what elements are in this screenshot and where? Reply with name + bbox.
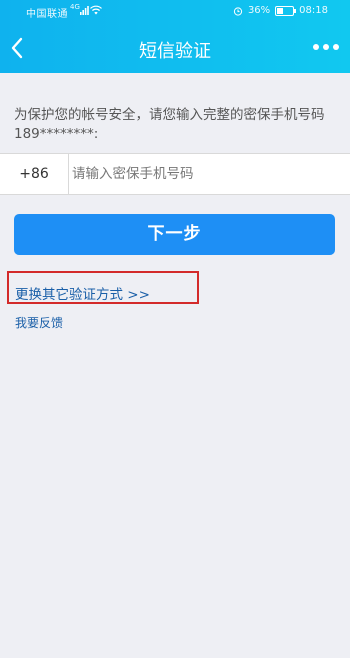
carrier-label: 中国联通: [26, 9, 68, 20]
alarm-icon: [233, 6, 243, 16]
clock: 08:18: [299, 5, 328, 16]
battery-level-fill: [277, 7, 283, 14]
battery-icon: [275, 5, 297, 16]
battery-percent: 36%: [247, 5, 271, 16]
phone-input-row: +86: [0, 153, 350, 195]
phone-number-input[interactable]: [72, 154, 342, 194]
feedback-link[interactable]: 我要反馈: [15, 314, 63, 331]
status-right: 36% 08:18: [233, 5, 328, 16]
top-header: 中国联通 4G 36% 08:18 短信验证: [0, 0, 350, 73]
instruction-text: 为保护您的帐号安全，请您输入完整的密保手机号码189********:: [14, 107, 325, 142]
next-step-button[interactable]: 下一步: [14, 214, 335, 255]
more-dots-icon[interactable]: [313, 44, 339, 52]
signal-icon: [80, 6, 89, 15]
country-code-selector[interactable]: +86: [0, 154, 69, 194]
network-type-label: 4G: [70, 3, 80, 11]
dot: [333, 44, 339, 50]
switch-verification-method-link[interactable]: 更换其它验证方式 >>: [15, 283, 150, 303]
dot: [313, 44, 319, 50]
wifi-icon: [90, 5, 102, 15]
status-bar: 中国联通 4G 36% 08:18: [0, 0, 350, 24]
page-title: 短信验证: [139, 41, 211, 62]
nav-bar: 短信验证: [0, 24, 350, 73]
dot: [323, 44, 329, 50]
